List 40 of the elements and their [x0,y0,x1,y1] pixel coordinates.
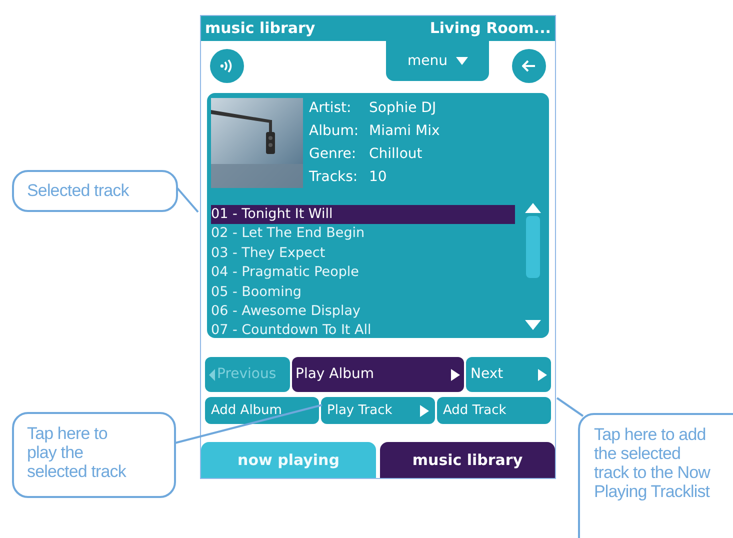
back-arrow-icon [522,60,536,72]
field-label: Tracks: [309,168,359,187]
field-label: Genre: [309,145,358,164]
action-button[interactable]: Play Track [321,397,435,424]
tab[interactable]: music library [380,442,555,478]
right-triangle-icon [538,368,547,380]
next-button[interactable]: Next [466,357,551,392]
field-value: 10 [369,168,387,187]
callout: Tap here to play the selected track [12,412,176,498]
dropdown-caret-icon [456,57,468,65]
scroll-up-icon [525,203,541,213]
right-triangle-icon [420,404,429,416]
field-value: Chillout [369,145,422,164]
scroll-down-icon [525,320,541,330]
back-button[interactable] [512,49,546,83]
field-label: Artist: [309,99,352,118]
track-item[interactable]: 05 - Booming [211,282,515,302]
action-button[interactable]: Add Album [205,397,319,424]
action-button[interactable]: Add Track [437,397,551,424]
track-item[interactable]: 06 - Awesome Display [211,302,515,322]
right-triangle-icon [451,368,460,380]
field-value: Miami Mix [369,122,440,141]
track-item[interactable]: 01 - Tonight It Will [211,205,515,224]
scrollbar-thumb[interactable] [526,216,540,278]
field-value: Sophie DJ [369,99,436,118]
leader-line [555,396,585,418]
field-label: Album: [309,122,360,141]
callout: Tap here to add the selected track to the Now Playing Tracklist [578,413,733,538]
callout: Selected track [12,170,178,212]
menu-button[interactable]: menu [386,41,489,81]
track-item[interactable]: 07 - Countdown To It All [211,321,515,338]
speaker-button[interactable] [210,49,244,83]
track-item[interactable]: 04 - Pragmatic People [211,263,515,283]
track-item[interactable]: 03 - They Expect [211,244,515,264]
track-item[interactable]: 02 - Let The End Begin [211,224,515,244]
tab[interactable]: now playing [201,442,376,478]
app-title: music library [205,18,316,40]
play-album-button[interactable]: Play Album [292,357,464,392]
left-triangle-icon [209,368,215,380]
location-label: Living Room... [430,18,551,40]
